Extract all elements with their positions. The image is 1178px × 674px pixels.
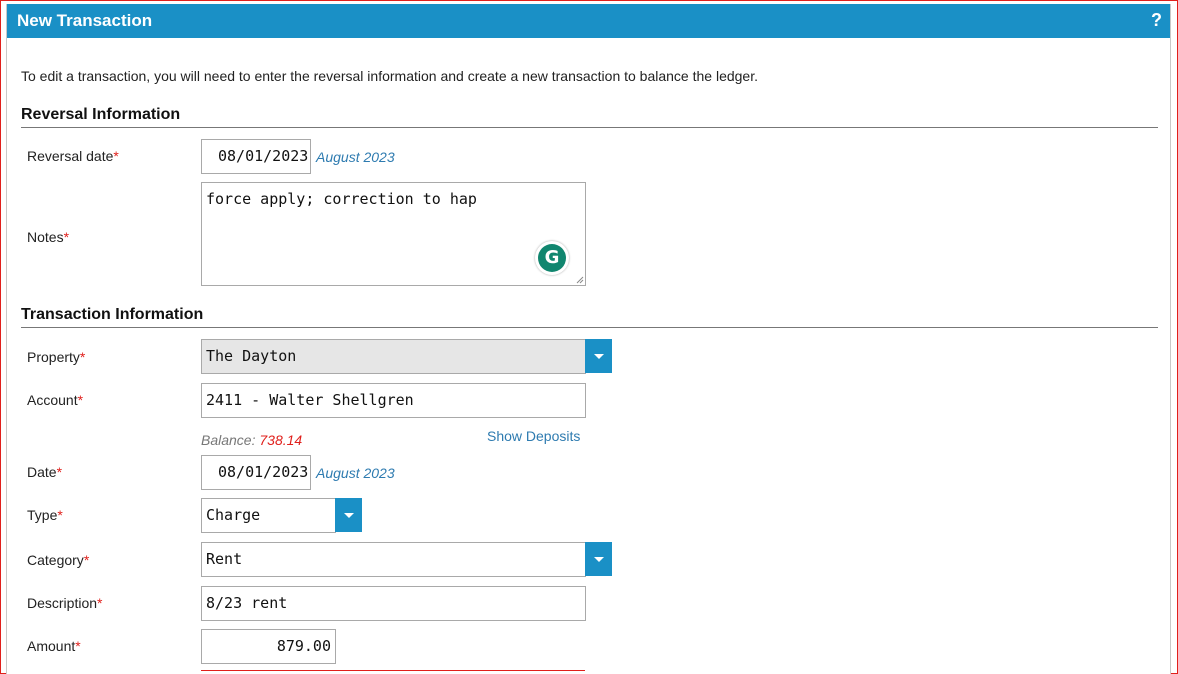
account-label: Account* bbox=[27, 392, 83, 408]
reversal-date-value: 08/01/2023 bbox=[218, 147, 309, 165]
account-input[interactable]: 2411 - Walter Shellgren bbox=[201, 383, 586, 418]
required-mark: * bbox=[77, 392, 84, 408]
category-value: Rent bbox=[206, 550, 243, 568]
type-select[interactable]: Charge bbox=[201, 498, 336, 533]
description-value: 8/23 rent bbox=[206, 594, 288, 612]
help-icon[interactable]: ? bbox=[1151, 10, 1162, 31]
grammarly-letter: G bbox=[538, 244, 566, 272]
show-deposits-link[interactable]: Show Deposits bbox=[487, 428, 580, 444]
required-mark: * bbox=[63, 229, 70, 245]
transaction-section-title: Transaction Information bbox=[21, 306, 1158, 328]
category-label-text: Category bbox=[27, 552, 84, 568]
required-mark: * bbox=[113, 148, 119, 164]
type-dropdown-button[interactable] bbox=[335, 498, 362, 532]
account-label-text: Account bbox=[27, 392, 78, 408]
account-value: 2411 - Walter Shellgren bbox=[206, 391, 414, 409]
description-input[interactable]: 8/23 rent bbox=[201, 586, 586, 621]
dialog-titlebar: New Transaction ? bbox=[7, 4, 1170, 38]
reversal-section-title: Reversal Information bbox=[21, 106, 1158, 128]
notes-label: Notes* bbox=[27, 229, 69, 245]
notes-value: force apply; correction to hap bbox=[206, 190, 477, 208]
date-label: Date* bbox=[27, 464, 62, 480]
reversal-date-input[interactable]: 08/01/2023 bbox=[201, 139, 311, 174]
notes-textarea[interactable]: force apply; correction to hap G bbox=[201, 182, 586, 286]
new-transaction-dialog: New Transaction ? To edit a transaction,… bbox=[6, 4, 1171, 674]
property-select[interactable]: The Dayton bbox=[201, 339, 586, 374]
date-value: 08/01/2023 bbox=[218, 463, 309, 481]
required-mark: * bbox=[56, 464, 63, 480]
date-input[interactable]: 08/01/2023 bbox=[201, 455, 311, 490]
date-label-text: Date bbox=[27, 464, 57, 480]
balance-info: Balance: 738.14 bbox=[201, 432, 302, 448]
type-label: Type* bbox=[27, 507, 63, 523]
type-label-text: Type bbox=[27, 507, 58, 523]
resize-handle-icon[interactable] bbox=[576, 276, 584, 284]
property-value: The Dayton bbox=[206, 347, 297, 365]
reversal-date-label: Reversal date* bbox=[27, 148, 119, 164]
property-label: Property* bbox=[27, 349, 85, 365]
required-mark: * bbox=[75, 638, 81, 654]
category-select[interactable]: Rent bbox=[201, 542, 586, 577]
grammarly-icon[interactable]: G bbox=[535, 241, 569, 275]
description-label: Description* bbox=[27, 595, 102, 611]
property-label-text: Property bbox=[27, 349, 80, 365]
amount-label: Amount* bbox=[27, 638, 81, 654]
next-field-edge bbox=[201, 670, 585, 674]
amount-label-text: Amount bbox=[27, 638, 76, 654]
dialog-title: New Transaction bbox=[17, 11, 153, 30]
reversal-date-label-text: Reversal date bbox=[27, 148, 114, 164]
category-label: Category* bbox=[27, 552, 89, 568]
notes-label-text: Notes bbox=[27, 229, 64, 245]
required-mark: * bbox=[79, 349, 86, 365]
chevron-down-icon bbox=[594, 354, 604, 359]
amount-input[interactable]: 879.00 bbox=[201, 629, 336, 664]
date-month: August 2023 bbox=[316, 465, 395, 481]
reversal-date-month: August 2023 bbox=[316, 149, 395, 165]
required-mark: * bbox=[83, 552, 90, 568]
balance-value: 738.14 bbox=[259, 432, 303, 448]
balance-label: Balance: bbox=[201, 432, 256, 448]
category-dropdown-button[interactable] bbox=[585, 542, 612, 576]
required-mark: * bbox=[97, 595, 103, 611]
amount-value: 879.00 bbox=[276, 637, 331, 655]
description-label-text: Description bbox=[27, 595, 98, 611]
chevron-down-icon bbox=[344, 513, 354, 518]
property-dropdown-button[interactable] bbox=[585, 339, 612, 373]
type-value: Charge bbox=[206, 506, 261, 524]
required-mark: * bbox=[57, 507, 63, 523]
chevron-down-icon bbox=[594, 557, 604, 562]
intro-text: To edit a transaction, you will need to … bbox=[21, 68, 758, 84]
